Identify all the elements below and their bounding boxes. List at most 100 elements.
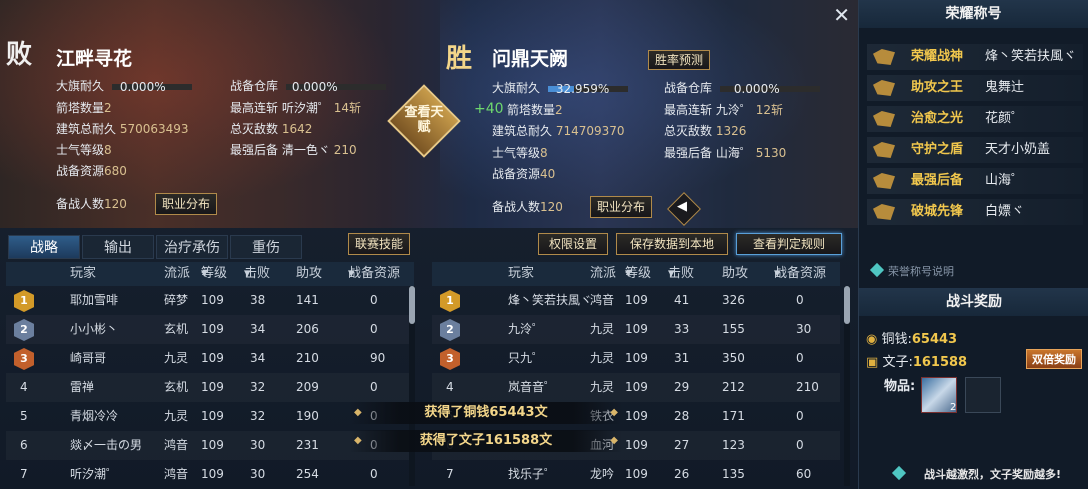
tab-heal-tank[interactable]: 治疗承伤 bbox=[156, 235, 228, 259]
coin-reward: ◉ 铜钱:65443 bbox=[866, 332, 958, 347]
col-res-sort[interactable]: 战备资源 ▾ bbox=[774, 262, 826, 286]
right-morale-stat: 士气等级8 bbox=[492, 146, 548, 160]
player-name: 找乐子゜ bbox=[508, 467, 557, 481]
col-player: 玩家 bbox=[508, 266, 535, 281]
close-icon[interactable]: ✕ bbox=[833, 4, 850, 26]
player-assists: 212 bbox=[722, 380, 745, 394]
player-kills: 34 bbox=[250, 351, 266, 365]
rank-medal-icon: 2 bbox=[14, 319, 34, 341]
player-name: 小小彬丶 bbox=[70, 322, 119, 336]
reward-item-count: 2 bbox=[950, 402, 957, 413]
player-assists: 350 bbox=[722, 351, 745, 365]
table-row[interactable]: 1 烽丶笑若扶風ヾ 鸿音 109 41 326 0 bbox=[432, 286, 840, 315]
player-assists: 171 bbox=[722, 409, 745, 423]
col-level-sort[interactable]: 等级 ▾ bbox=[201, 262, 227, 286]
left-depot-stat: 战备仓库 0.000% bbox=[230, 78, 386, 94]
player-level: 109 bbox=[201, 351, 224, 365]
view-talent-button[interactable]: 查看天赋 bbox=[402, 105, 446, 135]
player-resources: 0 bbox=[370, 293, 378, 307]
right-job-distribution-button[interactable]: 职业分布 bbox=[590, 196, 653, 218]
left-build-stat: 建筑总耐久 570063493 bbox=[56, 122, 189, 136]
right-result-badge: 胜 bbox=[446, 44, 473, 74]
wenzi-icon: ▣ bbox=[866, 355, 879, 370]
col-kills-sort[interactable]: 击败 ▾ bbox=[668, 262, 694, 286]
player-school: 鸿音 bbox=[164, 467, 189, 481]
table-row[interactable]: 7 听汐潮゜ 鸿音 109 30 254 0 bbox=[6, 460, 414, 489]
table-row[interactable]: 3 崎哥哥 九灵 109 34 210 90 bbox=[6, 344, 414, 373]
col-school: 流派 bbox=[164, 266, 191, 281]
wing-badge-icon bbox=[873, 173, 895, 189]
right-backup-stat: 最强后备 山海゜ 5130 bbox=[664, 146, 787, 160]
col-school: 流派 bbox=[590, 266, 617, 281]
view-rules-button[interactable]: 查看判定规则 bbox=[736, 233, 842, 255]
table-row[interactable]: 2 九泠゜ 九灵 109 33 155 30 bbox=[432, 315, 840, 344]
player-school: 九灵 bbox=[164, 351, 189, 365]
table-row[interactable]: 4 雷禅 玄机 109 32 209 0 bbox=[6, 373, 414, 402]
honor-title-text: 荣耀战神 bbox=[911, 49, 964, 64]
right-scrollbar[interactable] bbox=[844, 286, 850, 486]
player-school: 龙吟 bbox=[590, 467, 615, 481]
right-player-table: 玩家 流派 等级 ▾ 击败 ▾ 助攻 战备资源 ▾ 1 烽丶笑若扶風ヾ 鸿音 109 4… bbox=[432, 262, 840, 489]
player-kills: 26 bbox=[674, 467, 690, 481]
player-kills: 38 bbox=[250, 293, 266, 307]
items-label: 物品: bbox=[884, 379, 916, 394]
player-kills: 34 bbox=[250, 322, 266, 336]
left-job-distribution-button[interactable]: 职业分布 bbox=[155, 193, 218, 215]
player-assists: 209 bbox=[296, 380, 319, 394]
left-scrollbar[interactable] bbox=[409, 286, 415, 486]
player-resources: 210 bbox=[796, 380, 819, 394]
col-kills-sort[interactable]: 击败 ▾ bbox=[244, 262, 270, 286]
player-resources: 60 bbox=[796, 467, 812, 481]
save-data-button[interactable]: 保存数据到本地 bbox=[616, 233, 728, 255]
right-depot-stat: 战备仓库 0.000% bbox=[664, 80, 820, 96]
right-res-stat: 战备资源40 bbox=[492, 167, 556, 181]
rank-medal-icon: 3 bbox=[440, 348, 460, 370]
permission-settings-button[interactable]: 权限设置 bbox=[538, 233, 608, 255]
right-team-name: 问鼎天阙 bbox=[492, 48, 569, 70]
honor-title-text: 助攻之王 bbox=[911, 80, 964, 95]
table-row[interactable]: 1 耶加雪啡 碎梦 109 38 141 0 bbox=[6, 286, 414, 315]
player-assists: 155 bbox=[722, 322, 745, 336]
tab-damage[interactable]: 输出 bbox=[82, 235, 154, 259]
reward-footer: 战斗越激烈，文子奖励越多! bbox=[924, 468, 1062, 481]
player-kills: 33 bbox=[674, 322, 690, 336]
col-assist: 助攻 bbox=[722, 266, 749, 281]
player-kills: 32 bbox=[250, 409, 266, 423]
left-backup-stat: 最强后备 清一色ヾ 210 bbox=[230, 143, 357, 157]
col-res-sort[interactable]: 战备资源 ▾ bbox=[348, 262, 400, 286]
player-school: 碎梦 bbox=[164, 293, 189, 307]
honor-player-name: 白嫖ヾ bbox=[985, 204, 1025, 219]
table-row[interactable]: 3 只九゜ 九灵 109 31 350 0 bbox=[432, 344, 840, 373]
wing-badge-icon bbox=[873, 80, 895, 96]
tab-heavy-injury[interactable]: 重伤 bbox=[230, 235, 302, 259]
tab-strategy[interactable]: 战略 bbox=[8, 235, 80, 259]
player-school: 鸿音 bbox=[590, 293, 615, 307]
table-row[interactable]: 7 找乐子゜ 龙吟 109 26 135 60 bbox=[432, 460, 840, 489]
col-level-sort[interactable]: 等级 ▾ bbox=[625, 262, 651, 286]
honor-desc-link[interactable]: 荣誉称号说明 bbox=[888, 263, 954, 279]
right-depot-bar: 0.000% bbox=[719, 82, 820, 96]
wing-badge-icon bbox=[873, 142, 895, 158]
player-assists: 210 bbox=[296, 351, 319, 365]
left-flag-stat: 大旗耐久 0.000% bbox=[56, 78, 192, 94]
player-name: 只九゜ bbox=[508, 351, 545, 365]
player-kills: 29 bbox=[674, 380, 690, 394]
player-kills: 28 bbox=[674, 409, 690, 423]
left-table-header: 玩家 流派 等级 ▾ 击败 ▾ 助攻 战备资源 ▾ bbox=[6, 262, 414, 286]
player-level: 109 bbox=[201, 438, 224, 452]
player-name: 烽丶笑若扶風ヾ bbox=[508, 293, 593, 307]
winrate-predict-button[interactable]: 胜率预测 bbox=[648, 50, 711, 70]
table-row[interactable]: 2 小小彬丶 玄机 109 34 206 0 bbox=[6, 315, 414, 344]
rewards-title: 战斗奖励 bbox=[859, 288, 1088, 316]
player-level: 109 bbox=[625, 467, 648, 481]
table-row[interactable]: 4 岚音音゜ 九灵 109 29 212 210 bbox=[432, 373, 840, 402]
col-player: 玩家 bbox=[70, 266, 97, 281]
league-skill-button[interactable]: 联赛技能 bbox=[348, 233, 411, 255]
honor-player-name: 烽丶笑若扶風ヾ bbox=[985, 49, 1077, 64]
player-assists: 326 bbox=[722, 293, 745, 307]
left-player-table: 玩家 流派 等级 ▾ 击败 ▾ 助攻 战备资源 ▾ 1 耶加雪啡 碎梦 109 38 14… bbox=[6, 262, 414, 489]
player-level: 109 bbox=[625, 380, 648, 394]
rank-number: 4 bbox=[20, 380, 28, 394]
player-assists: 231 bbox=[296, 438, 319, 452]
honor-player-name: 天才小奶盖 bbox=[985, 142, 1051, 157]
